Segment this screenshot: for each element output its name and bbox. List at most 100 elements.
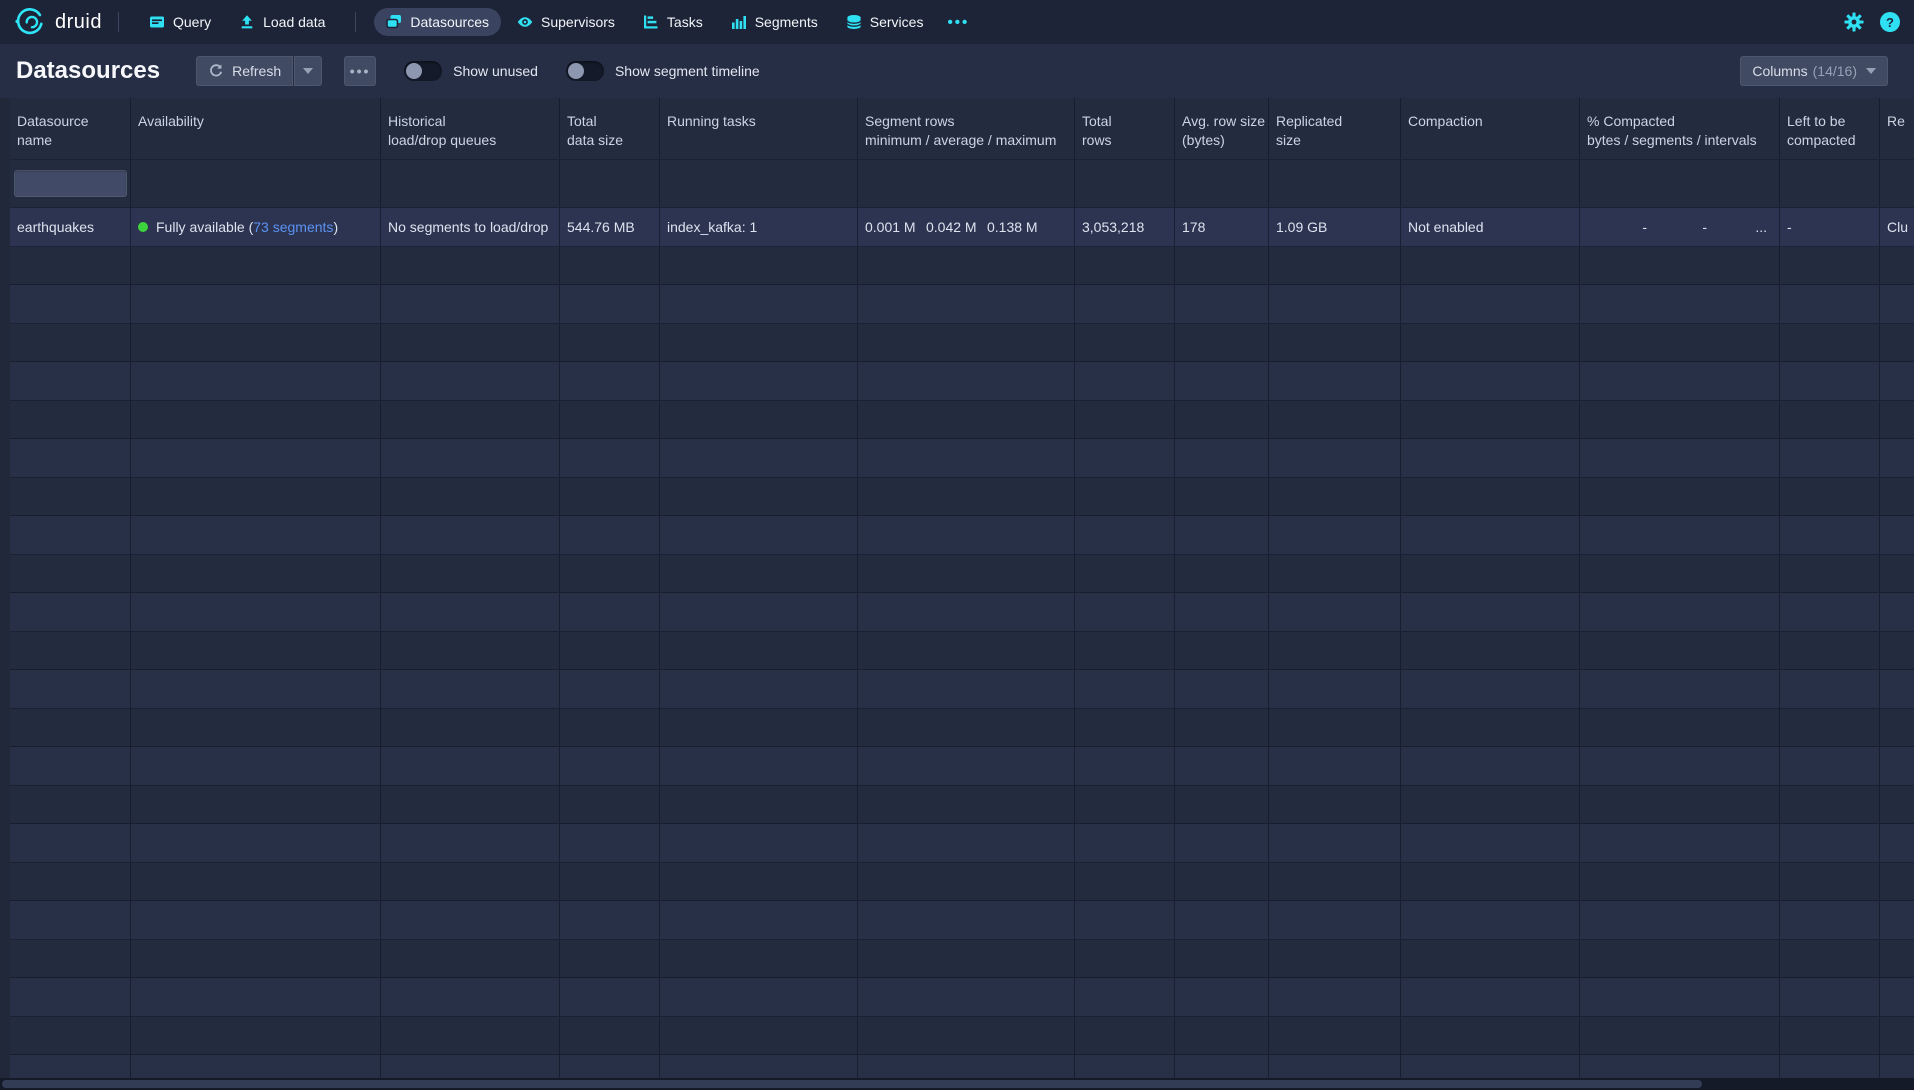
column-header-datasource-name[interactable]: Datasourcename — [10, 98, 131, 159]
nav-item-tasks[interactable]: Tasks — [631, 8, 715, 36]
empty-row — [10, 439, 1914, 478]
column-header-total-data-size[interactable]: Totaldata size — [560, 98, 660, 159]
nav-more-button[interactable]: ••• — [937, 8, 979, 37]
show-unused-toggle[interactable] — [404, 61, 442, 81]
empty-cell — [660, 439, 858, 477]
column-header-retention[interactable]: Re — [1880, 98, 1914, 159]
empty-cell — [560, 940, 660, 978]
empty-cell — [10, 901, 131, 939]
scrollbar-thumb[interactable] — [2, 1080, 1702, 1088]
column-header-total-rows[interactable]: Totalrows — [1075, 98, 1175, 159]
empty-cell — [1175, 516, 1269, 554]
chevron-down-icon — [303, 68, 313, 74]
empty-cell — [1880, 709, 1914, 747]
horizontal-scrollbar[interactable] — [0, 1078, 1914, 1090]
empty-cell — [1880, 747, 1914, 785]
status-dot-green — [138, 222, 148, 232]
nav-item-query[interactable]: Query — [137, 8, 223, 36]
empty-cell — [1269, 439, 1401, 477]
empty-cell — [381, 747, 560, 785]
empty-cell — [1175, 786, 1269, 824]
empty-cell — [10, 786, 131, 824]
segments-link[interactable]: 73 segments — [253, 219, 333, 235]
column-header-compaction[interactable]: Compaction — [1401, 98, 1580, 159]
nav-item-segments[interactable]: Segments — [719, 8, 830, 36]
empty-cell — [131, 439, 381, 477]
show-segment-timeline-toggle[interactable] — [566, 61, 604, 81]
empty-cell — [1075, 786, 1175, 824]
empty-cell — [131, 247, 381, 285]
filter-cell — [131, 160, 381, 207]
empty-cell — [1269, 516, 1401, 554]
application-icon — [149, 14, 165, 30]
column-header-historical-queues[interactable]: Historicalload/drop queues — [381, 98, 560, 159]
empty-cell — [1269, 555, 1401, 593]
help-icon[interactable]: ? — [1880, 12, 1900, 32]
empty-cell — [1580, 362, 1780, 400]
empty-cell — [131, 863, 381, 901]
settings-gear-icon[interactable] — [1844, 12, 1864, 32]
refresh-button[interactable]: Refresh — [196, 56, 293, 86]
retention-cell: Clu — [1880, 208, 1914, 246]
empty-cell — [1880, 285, 1914, 323]
empty-cell — [1175, 940, 1269, 978]
datasource-row-earthquakes[interactable]: earthquakes Fully available (73 segments… — [10, 208, 1914, 247]
empty-cell — [660, 1017, 858, 1055]
nav-item-label: Supervisors — [541, 14, 615, 30]
empty-cell — [1075, 632, 1175, 670]
nav-item-services[interactable]: Services — [834, 8, 936, 36]
empty-cell — [131, 324, 381, 362]
empty-cell — [660, 593, 858, 631]
druid-brand[interactable]: druid — [14, 6, 102, 38]
empty-cell — [1075, 478, 1175, 516]
column-header-availability[interactable]: Availability — [131, 98, 381, 159]
column-header-avg-row-size[interactable]: Avg. row size(bytes) — [1175, 98, 1269, 159]
empty-cell — [1175, 747, 1269, 785]
empty-cell — [1880, 478, 1914, 516]
nav-item-supervisors[interactable]: Supervisors — [505, 8, 627, 36]
empty-cell — [1269, 362, 1401, 400]
empty-cell — [1880, 901, 1914, 939]
empty-cell — [131, 670, 381, 708]
datasource-filter-input[interactable] — [14, 170, 127, 197]
empty-cell — [1780, 824, 1880, 862]
empty-cell — [1075, 401, 1175, 439]
column-header-running-tasks[interactable]: Running tasks — [660, 98, 858, 159]
empty-row — [10, 555, 1914, 594]
columns-selector-button[interactable]: Columns (14/16) — [1740, 56, 1888, 86]
empty-cell — [560, 1017, 660, 1055]
empty-cell — [1075, 863, 1175, 901]
filter-cell — [381, 160, 560, 207]
empty-cell — [381, 863, 560, 901]
empty-cell — [560, 555, 660, 593]
empty-cell — [858, 1017, 1075, 1055]
multi-select-icon — [386, 14, 402, 30]
empty-cell — [1401, 863, 1580, 901]
column-header-replicated-size[interactable]: Replicatedsize — [1269, 98, 1401, 159]
refresh-interval-dropdown-button[interactable] — [294, 56, 322, 86]
empty-cell — [1269, 401, 1401, 439]
more-actions-button[interactable]: ••• — [344, 56, 376, 86]
nav-item-datasources[interactable]: Datasources — [374, 8, 501, 36]
empty-cell — [381, 516, 560, 554]
empty-cell — [1780, 863, 1880, 901]
column-header-segment-rows[interactable]: Segment rowsminimum / average / maximum — [858, 98, 1075, 159]
column-header-left-to-be-compacted[interactable]: Left to becompacted — [1780, 98, 1880, 159]
empty-cell — [1401, 747, 1580, 785]
empty-cell — [381, 978, 560, 1016]
empty-cell — [10, 863, 131, 901]
column-header-pct-compacted[interactable]: % Compactedbytes / segments / intervals — [1580, 98, 1780, 159]
empty-cell — [560, 709, 660, 747]
empty-cell — [1269, 247, 1401, 285]
empty-cell — [1269, 901, 1401, 939]
empty-cell — [1269, 632, 1401, 670]
running-tasks-cell: index_kafka: 1 — [660, 208, 858, 246]
nav-item-load-data[interactable]: Load data — [227, 8, 337, 36]
empty-cell — [1401, 401, 1580, 439]
filter-cell — [1075, 160, 1175, 207]
empty-cell — [1175, 324, 1269, 362]
empty-row — [10, 824, 1914, 863]
empty-cell — [858, 555, 1075, 593]
toggle-knob — [568, 63, 584, 79]
empty-cell — [560, 978, 660, 1016]
